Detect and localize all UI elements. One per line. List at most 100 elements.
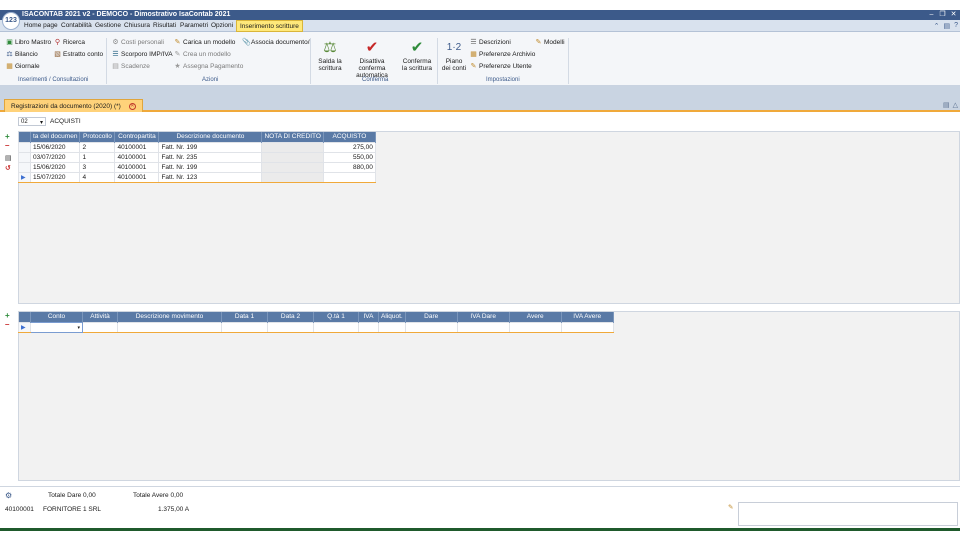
calculator-icon[interactable]: ⚙ <box>5 491 12 500</box>
edit-note-icon[interactable]: ✎ <box>728 503 733 511</box>
row-selector[interactable] <box>18 141 31 153</box>
table-row[interactable]: 15/06/2020 3 40100001 Fatt. Nr. 199 880,… <box>18 161 376 173</box>
collapse-ribbon-icon[interactable]: ⌃ <box>934 22 940 30</box>
menu-risultati[interactable]: Risultati <box>153 22 176 29</box>
cell-protocol[interactable]: 1 <box>79 151 116 163</box>
cell-date[interactable]: 15/06/2020 <box>29 161 81 173</box>
cell-credit-note[interactable] <box>261 141 324 153</box>
cell-credit-note[interactable] <box>261 171 324 183</box>
undo-icon[interactable]: ↺ <box>5 165 11 173</box>
cell-date[interactable]: 15/06/2020 <box>29 141 81 153</box>
cell-vat-credit[interactable] <box>560 321 614 333</box>
column-header[interactable]: Data 2 <box>267 312 314 322</box>
scorporo-button[interactable]: ☰ Scorporo IMP/IVA <box>112 51 172 58</box>
dropdown-arrow-icon[interactable]: ▾ <box>77 325 80 331</box>
column-header[interactable]: Data 1 <box>221 312 268 322</box>
tab-registrazioni[interactable]: Registrazioni da documento (2020) (*) ✕ <box>4 99 143 112</box>
cell-date[interactable]: 03/07/2020 <box>29 151 81 163</box>
minimize-icon[interactable]: – <box>927 10 936 19</box>
column-header[interactable]: Descrizione documento <box>158 132 263 142</box>
add-row-icon[interactable]: + <box>5 133 10 141</box>
column-header[interactable]: Attività <box>82 312 118 322</box>
table-row[interactable]: 15/06/2020 2 40100001 Fatt. Nr. 199 275,… <box>18 141 376 153</box>
save-icon[interactable]: ▤ <box>5 155 12 163</box>
row-selector[interactable] <box>18 161 31 173</box>
menu-gestione[interactable]: Gestione <box>95 22 121 29</box>
cell-purchase[interactable] <box>322 171 376 183</box>
column-header[interactable]: Avere <box>509 312 562 322</box>
menu-contabilita[interactable]: Contabilità <box>61 22 92 29</box>
table-row[interactable]: ▶ ▾ <box>18 321 614 333</box>
piano-conti-button[interactable]: 1·2 Piano dei conti <box>441 40 467 72</box>
cell-description[interactable] <box>117 321 222 333</box>
cell-purchase[interactable]: 880,00 <box>322 161 376 173</box>
cell-credit-note[interactable] <box>261 161 324 173</box>
row-selector[interactable]: ▶ <box>18 321 31 333</box>
cell-quantity[interactable] <box>313 321 359 333</box>
sidebar-icon[interactable]: ▤ <box>943 22 950 30</box>
add-movement-icon[interactable]: + <box>5 312 10 320</box>
row-selector[interactable] <box>18 151 31 163</box>
bilancio-button[interactable]: ⚖ Bilancio <box>6 51 37 58</box>
cell-credit[interactable] <box>508 321 562 333</box>
cell-description[interactable]: Fatt. Nr. 235 <box>158 151 263 163</box>
table-row[interactable]: ▶ 15/07/2020 4 40100001 Fatt. Nr. 123 <box>18 171 376 183</box>
column-header[interactable]: ACQUISTO <box>323 132 376 142</box>
conferma-scrittura-button[interactable]: ✔ Conferma la scrittura <box>400 40 434 73</box>
ricerca-button[interactable]: ⚲ Ricerca <box>54 39 85 46</box>
cell-debit[interactable] <box>404 321 458 333</box>
restore-icon[interactable]: ❐ <box>938 10 947 19</box>
cell-protocol[interactable]: 3 <box>79 161 116 173</box>
preferenze-utente-button[interactable]: ✎ Preferenze Utente <box>470 63 532 70</box>
cell-description[interactable]: Fatt. Nr. 199 <box>158 161 263 173</box>
cell-account[interactable]: 40100001 <box>114 161 160 173</box>
assegna-pagamento-button[interactable]: ★ Assegna Pagamento <box>174 63 243 70</box>
notes-box[interactable] <box>738 502 958 526</box>
column-header[interactable]: NOTA DI CREDITO <box>261 132 324 142</box>
scadenze-button[interactable]: ▤ Scadenze <box>112 63 150 70</box>
column-header[interactable]: Descrizione movimento <box>117 312 222 322</box>
cell-activity[interactable] <box>82 321 118 333</box>
cell-vat[interactable] <box>358 321 379 333</box>
export-icon[interactable]: △ <box>953 101 958 109</box>
cell-purchase[interactable]: 275,00 <box>322 141 376 153</box>
column-header[interactable]: IVA Dare <box>457 312 510 322</box>
cell-vat-debit[interactable] <box>456 321 510 333</box>
estratto-conto-button[interactable]: ▧ Estratto conto <box>54 51 103 58</box>
close-icon[interactable]: ✕ <box>949 10 958 19</box>
cell-account[interactable]: 40100001 <box>114 141 160 153</box>
disattiva-conferma-button[interactable]: ✔ Disattiva conferma automatica <box>346 40 398 80</box>
column-header[interactable]: Q.tà 1 <box>313 312 359 322</box>
preferenze-archivio-button[interactable]: ▦ Preferenze Archivio <box>470 51 535 58</box>
registry-code-select[interactable]: 02 ▾ <box>18 117 46 126</box>
close-tab-icon[interactable]: ✕ <box>128 102 136 110</box>
cell-account[interactable]: 40100001 <box>114 171 160 183</box>
salda-scrittura-button[interactable]: ⚖ Salda la scrittura <box>316 40 344 73</box>
descrizioni-button[interactable]: ☰ Descrizioni <box>470 39 510 46</box>
remove-row-icon[interactable]: – <box>5 142 9 150</box>
menu-opzioni[interactable]: Opzioni <box>211 22 233 29</box>
associa-documenti-button[interactable]: 📎 Associa documento/i <box>242 39 311 46</box>
carica-modello-button[interactable]: ✎ Carica un modello <box>174 39 236 46</box>
menu-home[interactable]: Home page <box>24 22 58 29</box>
cell-protocol[interactable]: 4 <box>79 171 116 183</box>
menu-parametri[interactable]: Parametri <box>180 22 208 29</box>
print-icon[interactable]: ▤ <box>943 101 950 109</box>
column-header[interactable]: Conto <box>30 312 83 322</box>
column-header[interactable]: IVA Avere <box>561 312 614 322</box>
row-selector[interactable]: ▶ <box>18 171 31 183</box>
column-header[interactable]: Dare <box>405 312 458 322</box>
cell-account[interactable]: 40100001 <box>114 151 160 163</box>
column-header[interactable]: ta del documen <box>30 132 81 142</box>
cell-date-2[interactable] <box>267 321 314 333</box>
menu-chiusura[interactable]: Chiusura <box>124 22 150 29</box>
cell-rate[interactable] <box>378 321 406 333</box>
table-row[interactable]: 03/07/2020 1 40100001 Fatt. Nr. 235 550,… <box>18 151 376 163</box>
costi-personali-button[interactable]: ⚙ Costi personali <box>112 39 164 46</box>
column-header[interactable]: Contropartita <box>114 132 160 142</box>
column-header[interactable]: Protocollo <box>79 132 116 142</box>
column-header[interactable]: IVA <box>358 312 379 322</box>
account-input[interactable]: ▾ <box>30 321 83 333</box>
cell-credit-note[interactable] <box>261 151 324 163</box>
help-icon[interactable]: ? <box>954 22 958 30</box>
